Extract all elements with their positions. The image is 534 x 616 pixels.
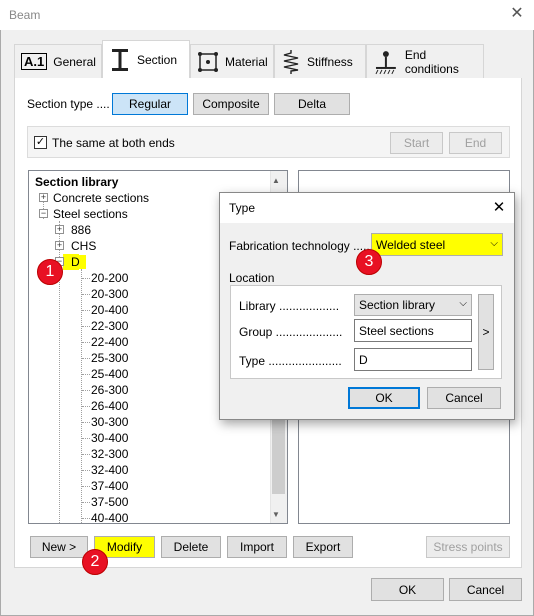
- composite-button[interactable]: Composite: [193, 93, 269, 115]
- tree-leaf-connector: [82, 518, 90, 519]
- tree-leaf-connector: [82, 454, 90, 455]
- tab-stiffness[interactable]: Stiffness: [274, 44, 366, 78]
- type-cancel-button[interactable]: Cancel: [427, 387, 501, 409]
- collapse-icon[interactable]: −: [39, 209, 48, 218]
- tree-item-steel[interactable]: Steel sections: [53, 207, 128, 221]
- type-dialog-titlebar: [220, 193, 514, 223]
- fabrication-select[interactable]: Welded steel ⌵: [371, 233, 503, 256]
- section-type-label: Section type ....: [27, 97, 110, 111]
- material-icon: [198, 51, 218, 72]
- stress-points-button[interactable]: Stress points: [426, 536, 510, 558]
- tree-leaf-item[interactable]: 30-300: [91, 415, 128, 429]
- group-field[interactable]: Steel sections: [354, 319, 472, 342]
- end-button[interactable]: End: [449, 132, 502, 154]
- delete-button[interactable]: Delete: [161, 536, 221, 558]
- library-value: Section library: [359, 298, 436, 312]
- spring-icon: [283, 49, 299, 74]
- i-beam-icon: [112, 49, 128, 71]
- tree-leaf-item[interactable]: 26-400: [91, 399, 128, 413]
- tree-leaf-connector: [82, 438, 90, 439]
- type-ok-button[interactable]: OK: [348, 387, 420, 409]
- delta-button[interactable]: Delta: [274, 93, 350, 115]
- annotation-badge-2: 2: [82, 549, 108, 575]
- cancel-button[interactable]: Cancel: [449, 578, 522, 601]
- tree-leaf-connector: [82, 374, 90, 375]
- fabrication-label: Fabrication technology ......: [229, 239, 374, 253]
- tab-end-conditions[interactable]: End conditions: [366, 44, 484, 78]
- tree-leaf-connector: [82, 470, 90, 471]
- tree-item-886[interactable]: 886: [71, 223, 91, 237]
- tree-leaf-item[interactable]: 20-400: [91, 303, 128, 317]
- a1-icon: A.1: [21, 53, 48, 70]
- tree-leaf-connector: [82, 390, 90, 391]
- tree-leaf-item[interactable]: 32-300: [91, 447, 128, 461]
- library-label: Library ..................: [239, 299, 340, 313]
- tree-leaf-connector: [82, 486, 90, 487]
- tree-leaf-item[interactable]: 20-300: [91, 287, 128, 301]
- tree-leaf-connector: [82, 502, 90, 503]
- export-button[interactable]: Export: [293, 536, 353, 558]
- tree-leaf-item[interactable]: 30-400: [91, 431, 128, 445]
- tab-general-label: General: [53, 54, 96, 69]
- tree-leaf-item[interactable]: 22-300: [91, 319, 128, 333]
- expand-icon[interactable]: +: [55, 225, 64, 234]
- tab-material[interactable]: Material: [190, 44, 274, 78]
- tab-material-label: Material: [225, 54, 268, 69]
- ok-button[interactable]: OK: [371, 578, 444, 601]
- annotation-badge-3: 3: [356, 249, 382, 275]
- scroll-up-arrow-icon[interactable]: ▲: [272, 176, 280, 185]
- tree-item-concrete[interactable]: Concrete sections: [53, 191, 149, 205]
- tree-leaf-connector: [82, 406, 90, 407]
- support-icon: [375, 50, 396, 74]
- tree-leaf-connector: [82, 342, 90, 343]
- same-both-ends-checkbox[interactable]: ✓: [34, 136, 47, 149]
- tree-leaf-item[interactable]: 40-400: [91, 511, 128, 523]
- group-label: Group ....................: [239, 325, 343, 339]
- chevron-down-icon: ⌵: [490, 238, 498, 249]
- tree-leaf-connector: [82, 358, 90, 359]
- scroll-down-arrow-icon[interactable]: ▼: [272, 510, 280, 519]
- type-dialog-close-button[interactable]: ✕: [490, 198, 508, 216]
- same-both-ends-label: The same at both ends: [52, 136, 175, 150]
- title-bar: [0, 0, 534, 30]
- tab-section[interactable]: Section: [102, 40, 190, 79]
- tree-header: Section library: [35, 175, 119, 189]
- fabrication-value: Welded steel: [376, 237, 446, 252]
- tree-leaf-connector: [82, 310, 90, 311]
- expand-icon[interactable]: +: [55, 241, 64, 250]
- tree-leaf-connector: [82, 294, 90, 295]
- chevron-down-icon: ⌵: [459, 298, 467, 309]
- tree-leaf-connector: [82, 278, 90, 279]
- type-label: Type ......................: [239, 354, 342, 368]
- new-button[interactable]: New >: [30, 536, 88, 558]
- location-label: Location: [229, 271, 275, 285]
- tree-leaf-item[interactable]: 20-200: [91, 271, 128, 285]
- regular-button[interactable]: Regular: [112, 93, 188, 115]
- import-button[interactable]: Import: [227, 536, 287, 558]
- tree-leaf-connector: [82, 326, 90, 327]
- window-close-button[interactable]: ✕: [508, 4, 526, 24]
- tree-item-chs[interactable]: CHS: [71, 239, 96, 253]
- tree-leaf-item[interactable]: 26-300: [91, 383, 128, 397]
- tab-general[interactable]: A.1 General: [14, 44, 102, 78]
- tree-leaf-item[interactable]: 37-400: [91, 479, 128, 493]
- expand-icon[interactable]: +: [39, 193, 48, 202]
- library-select[interactable]: Section library ⌵: [354, 294, 472, 316]
- tab-stiffness-label: Stiffness: [307, 54, 353, 69]
- location-browse-button[interactable]: >: [478, 294, 494, 370]
- start-button[interactable]: Start: [390, 132, 443, 154]
- tree-leaf-item[interactable]: 22-400: [91, 335, 128, 349]
- tree-leaf-item[interactable]: 32-400: [91, 463, 128, 477]
- annotation-badge-1: 1: [37, 259, 63, 285]
- tab-section-label: Section: [137, 53, 178, 67]
- tree-leaf-item[interactable]: 25-400: [91, 367, 128, 381]
- type-field[interactable]: D: [354, 348, 472, 371]
- tree-leaf-connector: [82, 422, 90, 423]
- window-title: Beam: [9, 8, 41, 22]
- tab-end-conditions-label: End conditions: [404, 47, 459, 76]
- tree-item-d[interactable]: D: [71, 255, 86, 269]
- tree-leaf-item[interactable]: 37-500: [91, 495, 128, 509]
- tree-leaf-item[interactable]: 25-300: [91, 351, 128, 365]
- type-dialog-title: Type: [229, 201, 256, 215]
